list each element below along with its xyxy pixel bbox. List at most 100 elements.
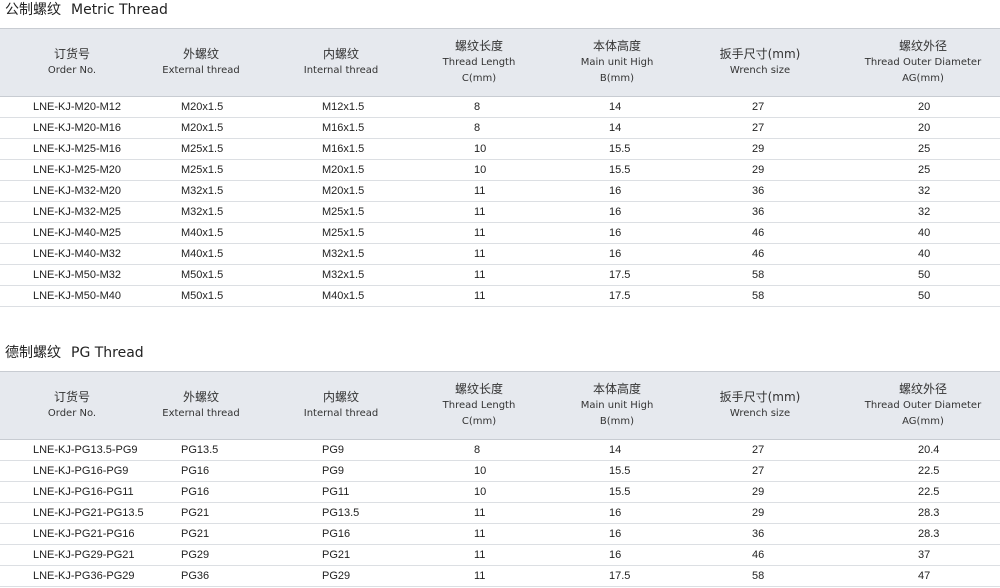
table-row: LNE-KJ-PG13.5-PG9 PG13.5 PG9 8 14 27 20.4: [0, 439, 1000, 461]
cell-wrench-size: 36: [752, 206, 765, 218]
cell-order-no: LNE-KJ-M40-M25: [33, 227, 122, 239]
cell-internal-thread: PG21: [322, 549, 351, 561]
cell-thread-outer-diameter: 37: [918, 549, 931, 561]
header-label-zh: 订货号: [53, 390, 90, 404]
metric-title-zh: 公制螺纹: [5, 2, 61, 18]
cell-external-thread: PG16: [181, 486, 210, 498]
header-label-en: External thread: [162, 408, 240, 419]
cell-internal-thread: M32x1.5: [322, 269, 365, 281]
cell-external-thread: PG36: [181, 570, 210, 582]
cell-internal-thread: M32x1.5: [322, 248, 365, 260]
row-cells: LNE-KJ-PG21-PG13.5 PG21 PG13.5 11 16 29 28.3: [0, 502, 1000, 524]
cell-order-no: LNE-KJ-M50-M32: [33, 269, 122, 281]
cell-wrench-size: 27: [752, 101, 765, 113]
cell-external-thread: M40x1.5: [181, 227, 224, 239]
cell-thread-length: 11: [474, 269, 486, 281]
header-wrench-size: 扳手尺寸(mm) Wrench size: [670, 29, 850, 96]
table-row: LNE-KJ-M20-M12 M20x1.5 M12x1.5 8 14 27 20: [0, 96, 1000, 118]
cell-thread-outer-diameter: 20: [918, 101, 931, 113]
cell-order-no: LNE-KJ-M25-M16: [33, 143, 122, 155]
cell-external-thread: M25x1.5: [181, 164, 224, 176]
row-cells: LNE-KJ-M40-M32 M40x1.5 M32x1.5 11 16 46 40: [0, 243, 1000, 265]
table-row: LNE-KJ-M32-M25 M32x1.5 M25x1.5 11 16 36 32: [0, 201, 1000, 223]
cell-internal-thread: PG9: [322, 465, 345, 477]
cell-order-no: LNE-KJ-PG13.5-PG9: [33, 444, 138, 456]
cell-thread-length: 10: [474, 143, 487, 155]
row-cells: LNE-KJ-PG29-PG21 PG29 PG21 11 16 46 37: [0, 544, 1000, 566]
table-row: LNE-KJ-M20-M16 M20x1.5 M16x1.5 8 14 27 20: [0, 117, 1000, 139]
cell-external-thread: PG13.5: [181, 444, 219, 456]
metric-title-en: Metric Thread: [71, 2, 168, 18]
cell-main-unit-high: 15.5: [609, 486, 631, 498]
row-cells: LNE-KJ-M20-M16 M20x1.5 M16x1.5 8 14 27 20: [0, 117, 1000, 139]
cell-internal-thread: PG13.5: [322, 507, 360, 519]
cell-wrench-size: 27: [752, 122, 765, 134]
cell-main-unit-high: 16: [609, 549, 622, 561]
cell-thread-outer-diameter: 47: [918, 570, 931, 582]
cell-thread-length: 8: [474, 444, 481, 456]
cell-thread-outer-diameter: 50: [918, 269, 931, 281]
header-label-en: Thread Outer Diameter: [864, 400, 982, 411]
cell-thread-length: 11: [474, 549, 486, 561]
row-cells: LNE-KJ-M32-M25 M32x1.5 M25x1.5 11 16 36 32: [0, 201, 1000, 223]
cell-external-thread: M20x1.5: [181, 122, 224, 134]
metric-thread-table: 订货号 Order No. 外螺纹 External thread 内螺纹 Interna…: [0, 28, 1000, 307]
cell-external-thread: PG16: [181, 465, 210, 477]
table-row: LNE-KJ-M40-M32 M40x1.5 M32x1.5 11 16 46 40: [0, 243, 1000, 265]
cell-thread-outer-diameter: 40: [918, 248, 931, 260]
pg-thread-table: 订货号 Order No. 外螺纹 External thread 内螺纹 Interna…: [0, 371, 1000, 587]
cell-main-unit-high: 14: [609, 122, 622, 134]
cell-thread-length: 10: [474, 465, 487, 477]
cell-internal-thread: M20x1.5: [322, 185, 365, 197]
cell-main-unit-high: 15.5: [609, 143, 631, 155]
cell-order-no: LNE-KJ-PG16-PG9: [33, 465, 129, 477]
cell-external-thread: M50x1.5: [181, 290, 224, 302]
table-row: LNE-KJ-PG29-PG21 PG29 PG21 11 16 46 37: [0, 544, 1000, 566]
cell-thread-length: 11: [474, 206, 486, 218]
table-row: LNE-KJ-M50-M40 M50x1.5 M40x1.5 11 17.5 58 50: [0, 285, 1000, 307]
header-label-zh: 扳手尺寸(mm): [719, 47, 801, 61]
cell-thread-length: 11: [474, 248, 486, 260]
header-label-en: Wrench size: [729, 408, 791, 419]
table-header-row: 订货号 Order No. 外螺纹 External thread 内螺纹 Interna…: [0, 28, 1000, 97]
cell-main-unit-high: 15.5: [609, 164, 631, 176]
header-thread-outer-diameter: 螺纹外径 Thread Outer Diameter AG(mm): [833, 29, 1000, 96]
row-cells: LNE-KJ-M25-M16 M25x1.5 M16x1.5 10 15.5 29 25: [0, 138, 1000, 160]
cell-order-no: LNE-KJ-PG21-PG13.5: [33, 507, 144, 519]
cell-order-no: LNE-KJ-M25-M20: [33, 164, 122, 176]
cell-order-no: LNE-KJ-M20-M12: [33, 101, 122, 113]
cell-order-no: LNE-KJ-PG16-PG11: [33, 486, 134, 498]
cell-thread-length: 11: [474, 570, 486, 582]
cell-thread-outer-diameter: 22.5: [918, 486, 940, 498]
cell-thread-outer-diameter: 32: [918, 185, 931, 197]
row-cells: LNE-KJ-M50-M40 M50x1.5 M40x1.5 11 17.5 58 50: [0, 285, 1000, 307]
cell-internal-thread: M16x1.5: [322, 143, 365, 155]
header-label-zh: 外螺纹: [182, 47, 219, 61]
cell-internal-thread: M25x1.5: [322, 206, 365, 218]
cell-main-unit-high: 17.5: [609, 269, 631, 281]
cell-order-no: LNE-KJ-PG29-PG21: [33, 549, 135, 561]
header-label-zh: 螺纹外径: [898, 39, 947, 53]
row-cells: LNE-KJ-M40-M25 M40x1.5 M25x1.5 11 16 46 40: [0, 222, 1000, 244]
table-row: LNE-KJ-M25-M16 M25x1.5 M16x1.5 10 15.5 29 25: [0, 138, 1000, 160]
cell-thread-length: 8: [474, 101, 481, 113]
header-layer: 订货号 Order No. 外螺纹 External thread 内螺纹 Interna…: [0, 28, 1000, 97]
cell-order-no: LNE-KJ-M50-M40: [33, 290, 122, 302]
header-label-en: Order No.: [47, 408, 97, 419]
cell-wrench-size: 36: [752, 528, 765, 540]
header-label-zh: 螺纹长度: [454, 382, 503, 396]
table-row: LNE-KJ-PG16-PG11 PG16 PG11 10 15.5 29 22.5: [0, 481, 1000, 503]
header-label-en: Thread Length: [442, 57, 516, 68]
cell-external-thread: PG29: [181, 549, 210, 561]
cell-wrench-size: 58: [752, 269, 765, 281]
header-layer: 订货号 Order No. 外螺纹 External thread 内螺纹 Interna…: [0, 371, 1000, 440]
table-row: LNE-KJ-M32-M20 M32x1.5 M20x1.5 11 16 36 32: [0, 180, 1000, 202]
cell-main-unit-high: 17.5: [609, 570, 631, 582]
cell-thread-outer-diameter: 50: [918, 290, 931, 302]
cell-wrench-size: 27: [752, 465, 765, 477]
cell-order-no: LNE-KJ-M20-M16: [33, 122, 122, 134]
row-cells: LNE-KJ-M50-M32 M50x1.5 M32x1.5 11 17.5 58 50: [0, 264, 1000, 286]
cell-thread-length: 11: [474, 528, 486, 540]
header-label-zh: 内螺纹: [322, 47, 359, 61]
cell-external-thread: M20x1.5: [181, 101, 224, 113]
